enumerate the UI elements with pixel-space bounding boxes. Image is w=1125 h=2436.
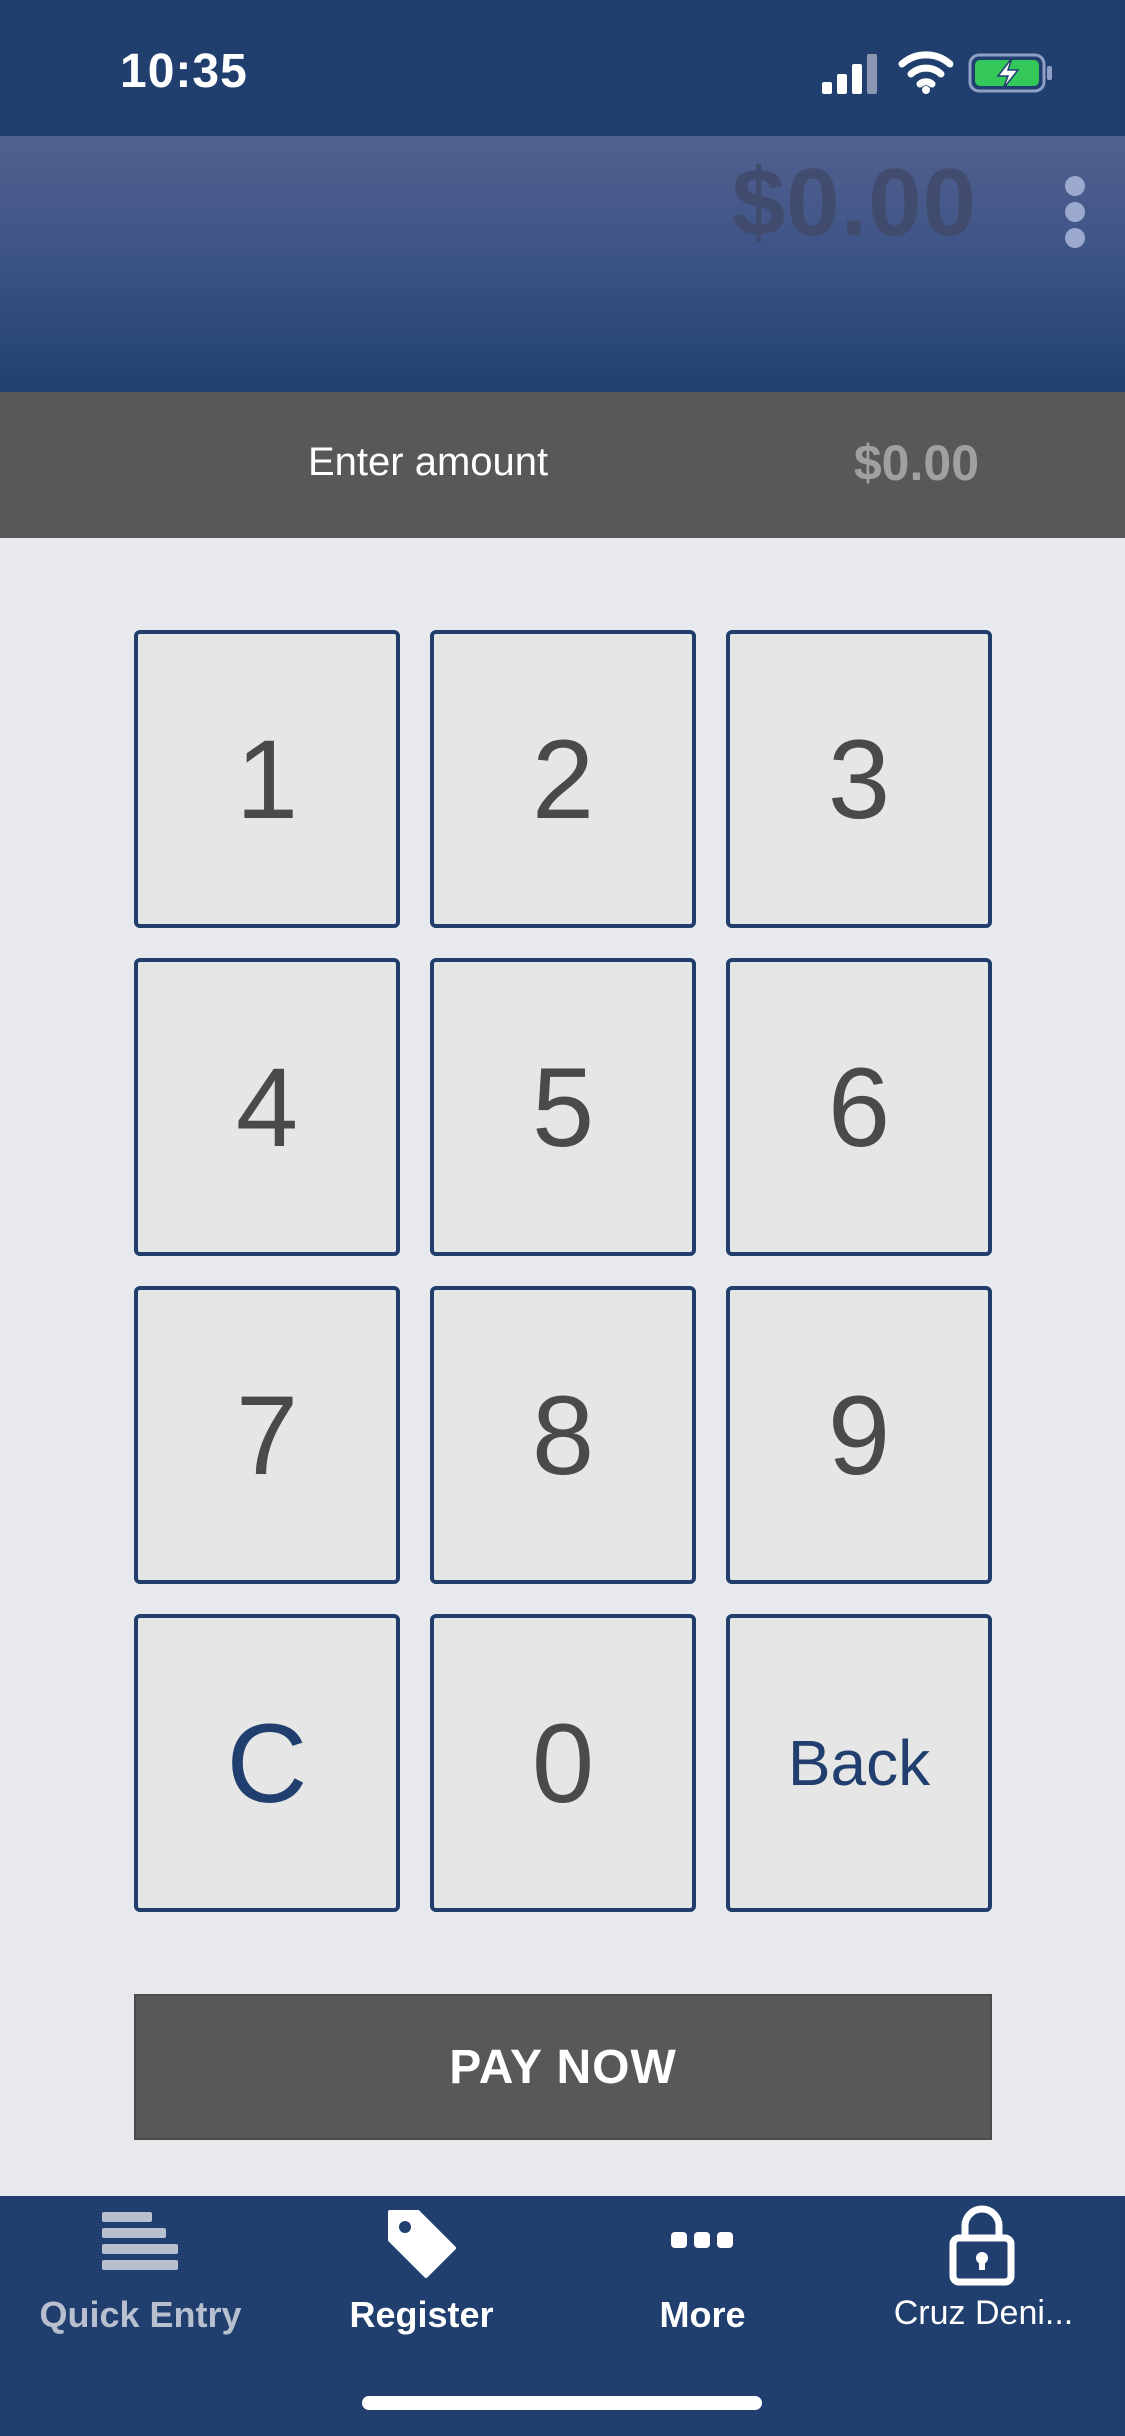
status-bar: 10:35 (0, 0, 1125, 136)
key-4[interactable]: 4 (134, 958, 400, 1256)
key-0[interactable]: 0 (430, 1614, 696, 1912)
cellular-signal-icon (822, 54, 877, 94)
tab-register[interactable]: Register (281, 2196, 562, 2396)
home-indicator (362, 2396, 762, 2410)
key-6[interactable]: 6 (726, 958, 992, 1256)
key-7[interactable]: 7 (134, 1286, 400, 1584)
amount-value: $0.00 (853, 435, 979, 491)
key-2[interactable]: 2 (430, 630, 696, 928)
tab-user-lock[interactable]: Cruz Deni... (843, 2196, 1124, 2396)
more-options-icon[interactable] (1063, 176, 1087, 248)
header: $0.00 (0, 136, 1125, 392)
key-9[interactable]: 9 (726, 1286, 992, 1584)
lines-icon (102, 2212, 178, 2270)
wifi-icon (898, 51, 954, 94)
key-5[interactable]: 5 (430, 958, 696, 1256)
status-time: 10:35 (120, 45, 248, 98)
header-total: $0.00 (731, 149, 977, 256)
lock-icon (949, 2205, 1015, 2286)
key-8[interactable]: 8 (430, 1286, 696, 1584)
tab-label-more: More (659, 2294, 746, 2335)
key-1[interactable]: 1 (134, 630, 400, 928)
clear-key[interactable]: C (134, 1614, 400, 1912)
back-key[interactable]: Back (726, 1614, 992, 1912)
keypad: 1 2 3 4 5 6 7 8 9 C 0 Back (134, 630, 992, 1920)
tab-label-register: Register (349, 2294, 494, 2335)
screen: 10:35 $0.00 Enter amount $0.00 1 2 3 4 5… (0, 0, 1125, 2436)
tab-label-quick-entry: Quick Entry (39, 2294, 242, 2335)
tag-icon (388, 2210, 456, 2278)
amount-strip: Enter amount $0.00 (0, 392, 1125, 538)
battery-charging-icon (968, 53, 1052, 93)
amount-label: Enter amount (308, 440, 549, 484)
more-dots-icon (671, 2232, 733, 2248)
key-3[interactable]: 3 (726, 630, 992, 928)
tab-more[interactable]: More (562, 2196, 843, 2396)
tab-quick-entry[interactable]: Quick Entry (0, 2196, 281, 2396)
tab-label-user: Cruz Deni... (893, 2294, 1074, 2332)
pay-now-button[interactable]: PAY NOW (134, 1994, 992, 2140)
